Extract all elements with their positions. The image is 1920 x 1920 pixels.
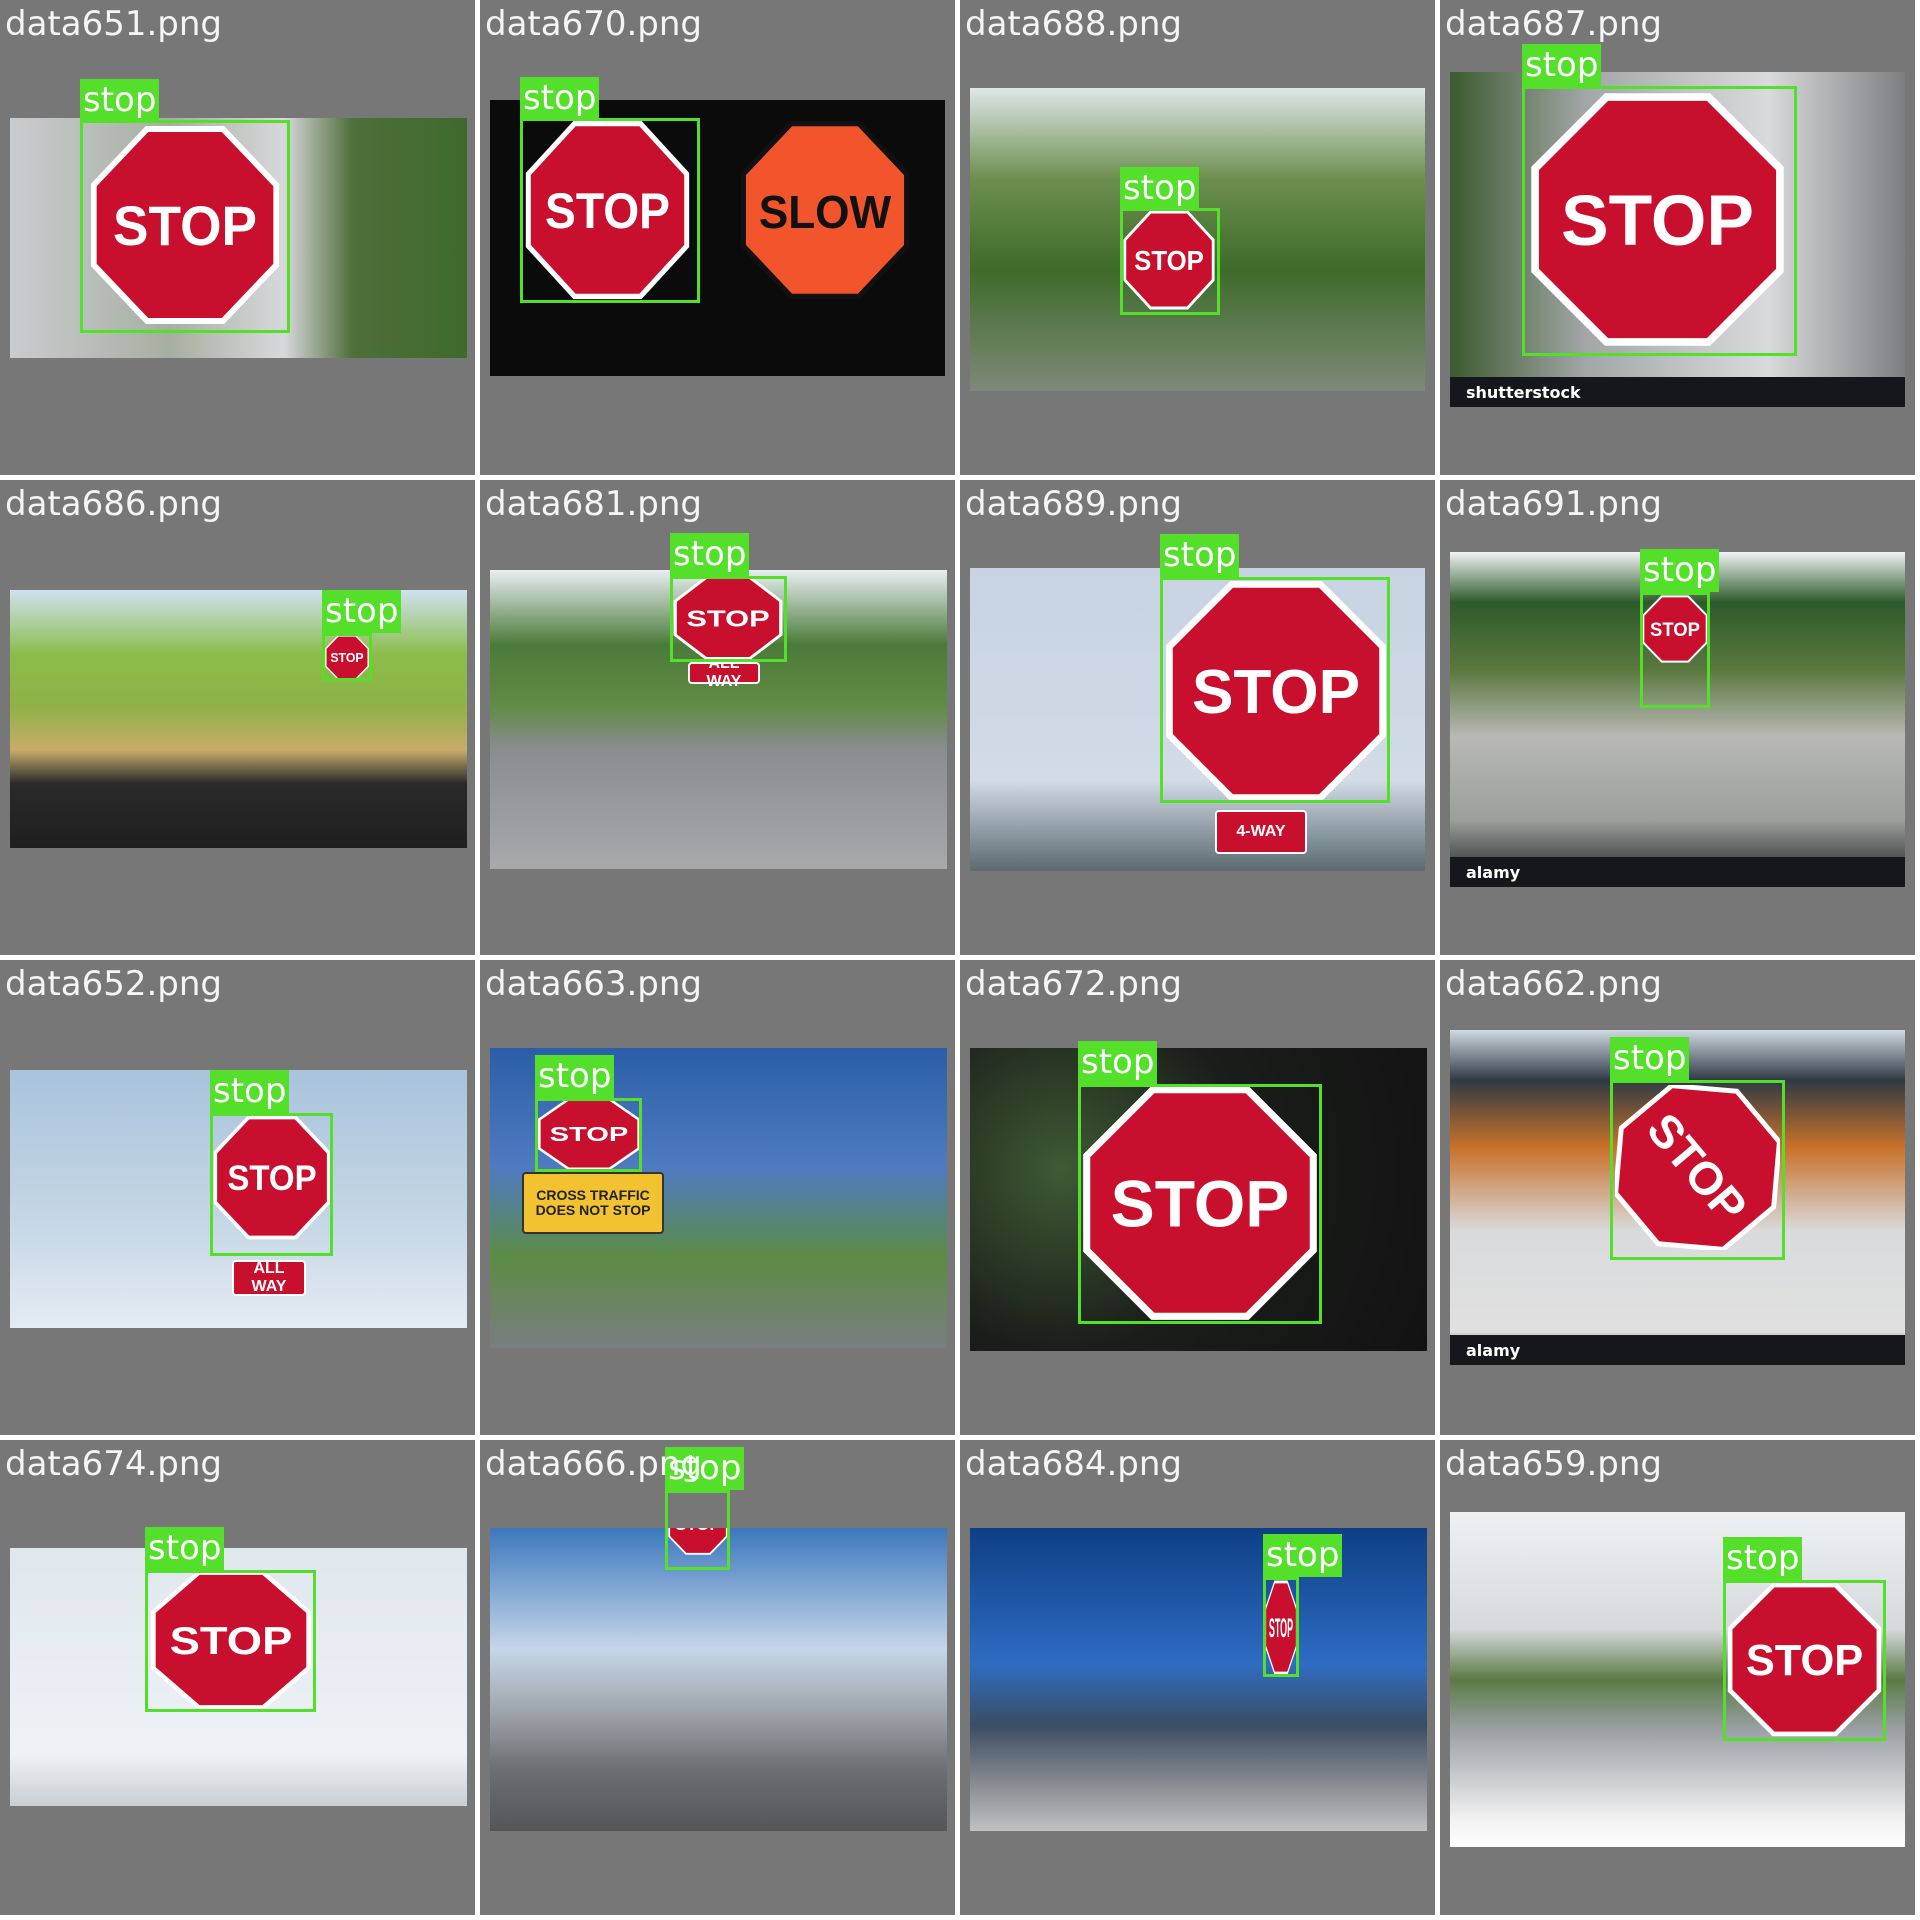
watermark-bar: alamy <box>1450 857 1905 887</box>
detection-label: stop <box>670 533 750 576</box>
watermark-text: alamy <box>1466 863 1521 882</box>
detection-label: stop <box>1078 1041 1158 1084</box>
detection-tile: STOP SLOW stop data670.png <box>480 0 955 475</box>
detection-label: stop <box>1640 549 1720 592</box>
tile-filename: data663.png <box>485 964 702 1004</box>
detection-box <box>1120 208 1220 315</box>
secondary-sign: 4-WAY <box>1215 810 1307 854</box>
detection-box <box>322 633 372 681</box>
secondary-sign: SLOW <box>740 120 910 304</box>
tile-filename: data651.png <box>5 4 222 44</box>
detection-label: stop <box>1263 1534 1343 1577</box>
tile-filename: data666.png <box>485 1444 702 1484</box>
detection-label: stop <box>210 1070 290 1113</box>
tile-filename: data681.png <box>485 484 702 524</box>
tile-filename: data688.png <box>965 4 1182 44</box>
tile-filename: data659.png <box>1445 1444 1662 1484</box>
detection-tile: STOP stop data688.png <box>960 0 1435 475</box>
secondary-sign: CROSS TRAFFIC DOES NOT STOP <box>522 1172 664 1234</box>
detection-label: stop <box>322 590 402 633</box>
detection-box <box>145 1570 316 1712</box>
detection-tile: STOP alamy stop data691.png <box>1440 480 1915 955</box>
detection-label: stop <box>520 77 600 120</box>
detection-label: stop <box>535 1055 615 1098</box>
detection-tile: STOP alamy stop data662.png <box>1440 960 1915 1435</box>
tile-filename: data674.png <box>5 1444 222 1484</box>
detection-box <box>1160 577 1390 803</box>
detection-label: stop <box>1120 167 1200 210</box>
detection-grid: STOP stop data651.png STOP SLOW stop data670.p… <box>0 0 1920 1920</box>
tile-filename: data672.png <box>965 964 1182 1004</box>
watermark-bar: alamy <box>1450 1335 1905 1365</box>
tile-filename: data662.png <box>1445 964 1662 1004</box>
watermark-text: shutterstock <box>1466 383 1581 402</box>
detection-tile: STOP stop data672.png <box>960 960 1435 1435</box>
tile-filename: data691.png <box>1445 484 1662 524</box>
detection-tile: STOP shutterstock stop data687.png <box>1440 0 1915 475</box>
detection-tile: STOP ALL WAY stop data681.png <box>480 480 955 955</box>
detection-tile: STOP ALL WAY stop data652.png <box>0 960 475 1435</box>
svg-text:SLOW: SLOW <box>759 186 892 238</box>
tile-filename: data686.png <box>5 484 222 524</box>
detection-tile: STOP CROSS TRAFFIC DOES NOT STOP stop data6… <box>480 960 955 1435</box>
detection-box <box>210 1113 333 1256</box>
detection-tile: STOP stop data686.png <box>0 480 475 955</box>
detection-box <box>1610 1080 1785 1260</box>
tile-photo: STOP <box>970 1528 1427 1831</box>
watermark-bar: shutterstock <box>1450 377 1905 407</box>
detection-box <box>1522 86 1797 356</box>
tile-filename: data684.png <box>965 1444 1182 1484</box>
detection-box <box>80 120 290 333</box>
photo-scene <box>970 1528 1427 1831</box>
detection-label: stop <box>1522 44 1602 87</box>
secondary-sign: ALL WAY <box>688 655 760 690</box>
secondary-sign: ALL WAY <box>232 1260 306 1296</box>
detection-box <box>1723 1580 1886 1741</box>
detection-tile: STOP stop data684.png <box>960 1440 1435 1915</box>
tile-photo: STOP <box>490 1528 947 1831</box>
detection-tile: STOP stop data651.png <box>0 0 475 475</box>
photo-scene <box>490 1528 947 1831</box>
detection-tile: STOP stop data674.png <box>0 1440 475 1915</box>
detection-label: stop <box>1160 534 1240 577</box>
detection-tile: STOP 4-WAY stop data689.png <box>960 480 1435 955</box>
watermark-text: alamy <box>1466 1341 1521 1360</box>
detection-tile: STOP stop data659.png <box>1440 1440 1915 1915</box>
detection-label: stop <box>1723 1537 1803 1580</box>
detection-box <box>1263 1577 1299 1677</box>
detection-box <box>520 118 700 303</box>
tile-filename: data687.png <box>1445 4 1662 44</box>
detection-label: stop <box>80 79 160 122</box>
detection-label: stop <box>1610 1037 1690 1080</box>
tile-filename: data670.png <box>485 4 702 44</box>
detection-box <box>1640 592 1710 708</box>
detection-label: stop <box>145 1527 225 1570</box>
detection-tile: STOPstopdata666.png <box>480 1440 955 1915</box>
detection-box <box>1078 1084 1322 1324</box>
detection-box <box>535 1098 642 1172</box>
detection-box <box>665 1490 730 1570</box>
detection-box <box>670 576 787 662</box>
tile-filename: data652.png <box>5 964 222 1004</box>
tile-filename: data689.png <box>965 484 1182 524</box>
